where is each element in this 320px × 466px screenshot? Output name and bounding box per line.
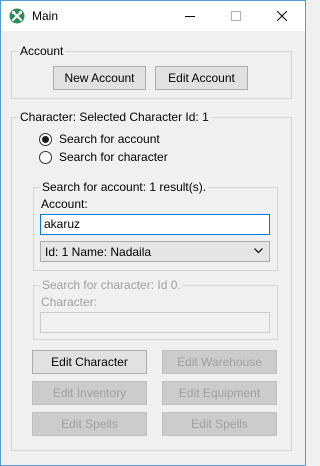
edit-warehouse-button: Edit Warehouse xyxy=(162,350,277,374)
radio-search-character[interactable]: Search for character xyxy=(39,149,168,165)
radio-button-checked[interactable] xyxy=(39,132,52,146)
account-result-selected: Id: 1 Name: Nadaila xyxy=(45,244,152,259)
edit-inventory-button: Edit Inventory xyxy=(32,381,147,405)
close-button[interactable] xyxy=(259,1,305,31)
radio-search-account[interactable]: Search for account xyxy=(39,131,160,147)
edit-account-button[interactable]: Edit Account xyxy=(155,66,248,90)
close-icon xyxy=(277,11,287,21)
app-icon xyxy=(9,8,25,24)
maximize-icon xyxy=(231,11,241,21)
account-result-select[interactable]: Id: 1 Name: Nadaila xyxy=(40,241,270,262)
account-field-label: Account: xyxy=(41,197,88,211)
account-group-legend: Account xyxy=(20,44,64,58)
search-character-legend: Search for character: Id 0. xyxy=(42,278,181,292)
character-group-legend: Character: Selected Character Id: 1 xyxy=(20,110,209,124)
minimize-icon xyxy=(185,16,195,17)
radio-search-account-label: Search for account xyxy=(59,132,160,146)
search-account-legend: Search for account: 1 result(s). xyxy=(42,180,207,194)
edit-spells-button: Edit Spells xyxy=(32,412,147,436)
maximize-button xyxy=(213,1,259,31)
minimize-button[interactable] xyxy=(167,1,213,31)
chevron-down-icon xyxy=(254,248,263,254)
title-bar[interactable]: Main xyxy=(1,1,305,31)
character-search-input xyxy=(40,312,270,333)
character-field-label: Character: xyxy=(41,295,98,309)
window-title: Main xyxy=(32,9,59,23)
main-window: Main Account New Account Edit Account Ch… xyxy=(0,0,306,466)
account-search-input[interactable]: akaruz xyxy=(40,214,270,235)
edit-character-button[interactable]: Edit Character xyxy=(32,350,147,374)
new-account-button[interactable]: New Account xyxy=(53,66,146,90)
edit-spells-secondary-button: Edit Spells xyxy=(162,412,277,436)
radio-button-unchecked[interactable] xyxy=(39,150,52,164)
radio-search-character-label: Search for character xyxy=(59,150,168,164)
edit-equipment-button: Edit Equipment xyxy=(162,381,277,405)
